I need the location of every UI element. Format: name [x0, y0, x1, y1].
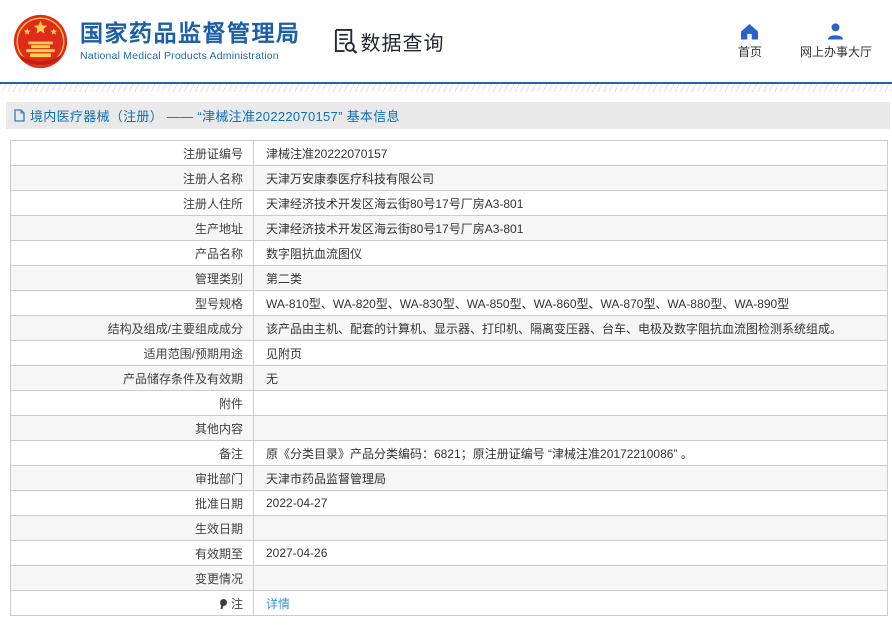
national-emblem-logo [13, 14, 68, 68]
table-row: 有效期至 2027-04-26 [10, 540, 888, 566]
registration-table-body: 注册证编号 津械注准20222070157 注册人名称 天津万安康泰医疗科技有限公司注… [10, 140, 888, 616]
header-nav: 首页 网上办事大厅 [738, 22, 878, 60]
page-title: 境内医疗器械（注册） —— “津械注准20222070157” 基本信息 [30, 109, 400, 124]
row-value: 天津经济技术开发区海云街80号17号厂房A3-801 [253, 215, 888, 241]
table-row: 其他内容 [10, 415, 888, 441]
table-row: 产品储存条件及有效期无 [10, 365, 888, 391]
row-label: 注册人名称 [10, 165, 254, 191]
row-label: 变更情况 [10, 565, 254, 591]
row-value: 该产品由主机、配套的计算机、显示器、打印机、隔离变压器、台车、电极及数字阻抗血流… [253, 315, 888, 341]
row-value [253, 390, 888, 416]
table-row: 备注 原《分类目录》产品分类编码：6821；原注册证编号 “津械注准2017221… [10, 440, 888, 466]
person-icon [828, 22, 844, 40]
table-row: 生产地址 天津经济技术开发区海云街80号17号厂房A3-801 [10, 215, 888, 241]
row-value: 2022-04-27 [253, 490, 888, 516]
document-search-icon [334, 28, 357, 54]
row-value: 2027-04-26 [253, 540, 888, 566]
row-label: 其他内容 [10, 415, 254, 441]
row-value: 第二类 [253, 265, 888, 291]
row-value [253, 415, 888, 441]
table-row: 变更情况 [10, 565, 888, 591]
data-query-nav[interactable]: 数据查询 [333, 27, 445, 56]
note-detail-link[interactable]: 详情 [266, 597, 290, 611]
table-row: 注册人住所 天津经济技术开发区海云街80号17号厂房A3-801 [10, 190, 888, 216]
table-row: 审批部门 天津市药品监督管理局 [10, 465, 888, 491]
table-row: 附件 [10, 390, 888, 416]
row-value: WA-810型、WA-820型、WA-830型、WA-850型、WA-860型、… [253, 290, 888, 316]
row-label: 结构及组成/主要组成成分 [10, 315, 254, 341]
nav-item-service-hall[interactable]: 网上办事大厅 [799, 22, 872, 60]
registration-table: 注册证编号 津械注准20222070157 注册人名称 天津万安康泰医疗科技有限公司注… [10, 140, 888, 616]
brand-title-en: National Medical Products Administration [80, 50, 279, 63]
row-label: 注册证编号 [10, 140, 254, 166]
row-label: 产品名称 [10, 240, 254, 266]
nav-item-home[interactable]: 首页 [738, 23, 762, 60]
row-value [253, 565, 888, 591]
data-query-label: 数据查询 [360, 32, 445, 55]
hatched-separator [0, 84, 892, 92]
nav-item-label: 首页 [737, 44, 762, 59]
table-row: 型号规格 WA-810型、WA-820型、WA-830型、WA-850型、WA-8… [10, 290, 888, 316]
table-row: 注册证编号 津械注准20222070157 [10, 140, 888, 166]
row-label: 批准日期 [10, 490, 254, 516]
row-label: 有效期至 [10, 540, 254, 566]
row-label: 生效日期 [10, 515, 254, 541]
row-value: 见附页 [253, 340, 888, 366]
row-label: 注 [10, 590, 254, 616]
row-label: 管理类别 [10, 265, 254, 291]
pin-icon [219, 598, 228, 610]
row-label: 备注 [10, 440, 254, 466]
table-row: 生效日期 [10, 515, 888, 541]
table-row: 注详情 [10, 590, 888, 616]
row-value: 天津经济技术开发区海云街80号17号厂房A3-801 [253, 190, 888, 216]
registration-info-section: 注册证编号 津械注准20222070157 注册人名称 天津万安康泰医疗科技有限公司注… [10, 140, 888, 616]
page-title-bar: 境内医疗器械（注册） —— “津械注准20222070157” 基本信息 [6, 102, 890, 129]
row-value [253, 515, 888, 541]
row-label: 附件 [10, 390, 254, 416]
nav-item-label: 网上办事大厅 [799, 44, 872, 59]
row-value: 原《分类目录》产品分类编码：6821；原注册证编号 “津械注准201722100… [253, 440, 888, 466]
row-value: 天津市药品监督管理局 [253, 465, 888, 491]
row-label: 审批部门 [10, 465, 254, 491]
row-value: 津械注准20222070157 [253, 140, 888, 166]
table-row: 注册人名称 天津万安康泰医疗科技有限公司 [10, 165, 888, 191]
table-row: 结构及组成/主要组成成分 该产品由主机、配套的计算机、显示器、打印机、隔离变压器、… [10, 315, 888, 341]
row-value: 详情 [253, 590, 888, 616]
table-row: 适用范围/预期用途 见附页 [10, 340, 888, 366]
row-value: 数字阻抗血流图仪 [253, 240, 888, 266]
home-icon [741, 23, 759, 40]
table-row: 管理类别 第二类 [10, 265, 888, 291]
row-label: 适用范围/预期用途 [10, 340, 254, 366]
site-header: 国家药品监督管理局 National Medical Products Admi… [0, 0, 892, 82]
row-label: 型号规格 [10, 290, 254, 316]
row-value: 天津万安康泰医疗科技有限公司 [253, 165, 888, 191]
row-label: 注册人住所 [10, 190, 254, 216]
row-value: 无 [253, 365, 888, 391]
document-icon [14, 109, 25, 122]
row-label: 产品储存条件及有效期 [10, 365, 254, 391]
table-row: 产品名称 数字阻抗血流图仪 [10, 240, 888, 266]
brand-title-block: 国家药品监督管理局 National Medical Products Admi… [80, 20, 301, 63]
row-label: 生产地址 [10, 215, 254, 241]
table-row: 批准日期 2022-04-27 [10, 490, 888, 516]
brand-title-zh: 国家药品监督管理局 [80, 19, 301, 46]
